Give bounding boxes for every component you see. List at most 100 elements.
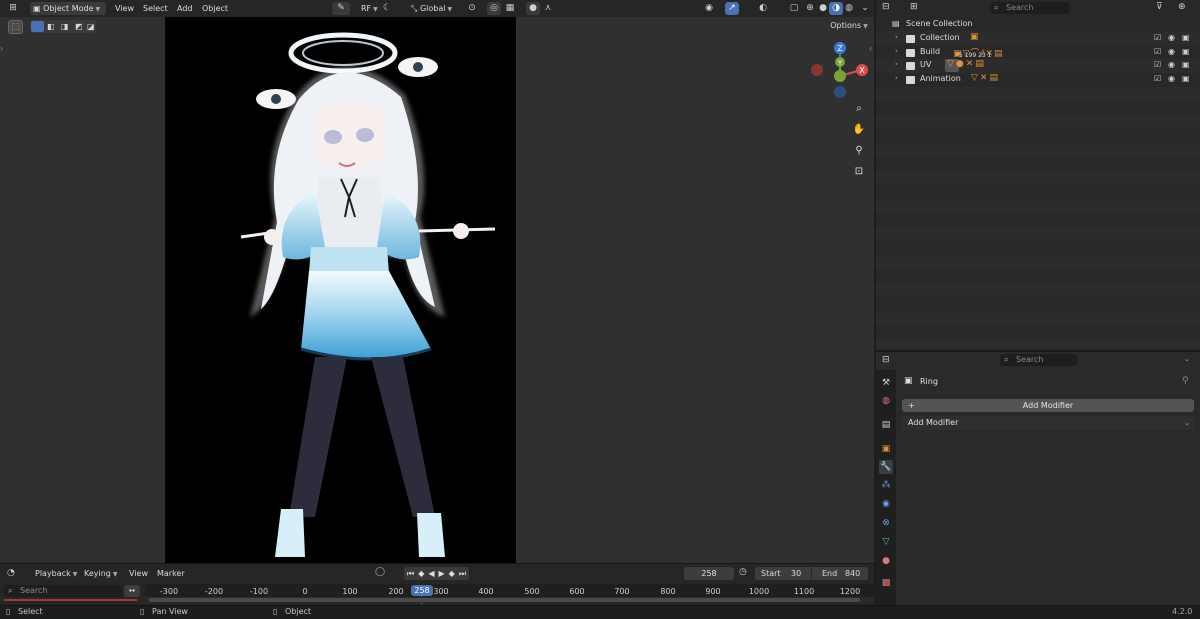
- select-intersect-icon[interactable]: ◪: [87, 22, 95, 31]
- exclude-checkbox-icon[interactable]: ☑: [1154, 33, 1161, 42]
- navigation-gizmo[interactable]: Z X Y: [806, 40, 870, 100]
- menu-playback[interactable]: Playback ▼: [35, 569, 77, 578]
- expand-arrow-icon[interactable]: ›: [895, 47, 898, 55]
- physics-tab-icon[interactable]: ◉: [879, 497, 893, 511]
- uv-child-object-icons[interactable]: ▽●✕▤: [947, 59, 986, 69]
- render-camera-icon[interactable]: ▣: [1182, 74, 1190, 83]
- camera-view-icon[interactable]: ⚲: [851, 143, 867, 159]
- proportional-editing-icon[interactable]: ●: [526, 2, 540, 15]
- exclude-checkbox-icon[interactable]: ☑: [1154, 74, 1161, 83]
- display-mode-icon[interactable]: ⊞: [910, 2, 918, 12]
- material-tab-icon[interactable]: ●: [879, 554, 893, 568]
- filter-icon[interactable]: ⊽: [1156, 2, 1163, 12]
- eye-visibility-icon[interactable]: ◉: [1168, 74, 1175, 83]
- shading-options-icon[interactable]: ⌄: [858, 2, 872, 15]
- wireframe-shading-icon[interactable]: ⊕: [803, 2, 817, 15]
- pivot-point-icon[interactable]: ⊙: [465, 2, 479, 15]
- select-new-icon[interactable]: [31, 21, 44, 32]
- outliner-row-collection[interactable]: › Collection ▣ ☑ ◉ ▣: [876, 32, 1200, 46]
- tool-tab-icon[interactable]: ⚒: [879, 376, 893, 390]
- end-frame-field[interactable]: End 840: [812, 567, 868, 580]
- outliner-row-build[interactable]: › Build ▣▽⌒⫽✕▤ 5 199 23 1 ☑ ◉ ▣: [876, 46, 1200, 60]
- timeline-search-input[interactable]: ⌕ Search: [4, 585, 122, 597]
- eyedropper-icon[interactable]: ✎: [332, 2, 350, 15]
- properties-editor-type-icon[interactable]: ⊟: [882, 355, 890, 365]
- expand-arrow-icon[interactable]: ›: [895, 60, 898, 68]
- outliner-row-animation[interactable]: › Animation ▽✕▤ ☑ ◉ ▣: [876, 73, 1200, 87]
- snap-grid-icon[interactable]: ▦: [503, 2, 517, 15]
- transform-orientation-dropdown[interactable]: ⤡ Global ▼: [408, 2, 455, 15]
- visibility-icon[interactable]: ◉: [702, 2, 716, 15]
- menu-object[interactable]: Object: [199, 2, 231, 15]
- swap-range-icon[interactable]: ↔: [124, 585, 140, 597]
- add-modifier-panel-header[interactable]: Add Modifier ⌄: [902, 416, 1194, 430]
- menu-select[interactable]: Select: [140, 2, 171, 15]
- view-layer-tab-icon[interactable]: ▤: [879, 418, 893, 432]
- texture-tab-icon[interactable]: ▩: [879, 576, 893, 590]
- pin-icon[interactable]: ⚲: [1182, 376, 1189, 386]
- xray-icon[interactable]: ▢: [787, 2, 801, 15]
- outliner-editor-type-icon[interactable]: ⊟: [882, 2, 890, 12]
- prev-keyframe-icon[interactable]: ◆: [418, 569, 424, 578]
- falloff-icon[interactable]: ⋏: [541, 2, 555, 15]
- select-subtract-icon[interactable]: ◨: [61, 22, 69, 31]
- select-extend-icon[interactable]: ◧: [47, 22, 55, 31]
- object-tab-icon[interactable]: ▣: [879, 442, 893, 456]
- outliner-row-uv[interactable]: › UV ▽●✕▤ ☑ ◉ ▣: [876, 59, 1200, 73]
- camera-object-icon[interactable]: ▣: [970, 32, 979, 42]
- material-shading-icon[interactable]: ◑: [829, 2, 843, 15]
- scene-collection-row[interactable]: ▤ Scene Collection: [876, 18, 1200, 32]
- auto-keying-icon[interactable]: ◯: [375, 567, 385, 577]
- exclude-checkbox-icon[interactable]: ☑: [1154, 47, 1161, 56]
- jump-start-icon[interactable]: ⏮: [407, 569, 414, 579]
- menu-marker[interactable]: Marker: [157, 569, 185, 578]
- constraints-tab-icon[interactable]: ⊗: [879, 516, 893, 530]
- pivot-dropdown[interactable]: RF ▼: [358, 2, 381, 15]
- chevron-down-icon[interactable]: ⌄: [1184, 355, 1190, 363]
- start-frame-field[interactable]: Start 30: [755, 567, 811, 580]
- playhead-frame-indicator[interactable]: 258: [411, 585, 433, 596]
- snap-icon[interactable]: ◎: [487, 2, 501, 15]
- select-invert-icon[interactable]: ◩: [75, 22, 83, 31]
- lock-camera-icon[interactable]: ⊡: [851, 164, 867, 180]
- editor-type-icon[interactable]: ⊞: [6, 2, 20, 15]
- play-icon[interactable]: ▶: [439, 569, 445, 578]
- eye-visibility-icon[interactable]: ◉: [1168, 47, 1175, 56]
- scrollbar-thumb[interactable]: [149, 598, 860, 602]
- expand-arrow-icon[interactable]: ›: [895, 74, 898, 82]
- add-modifier-button[interactable]: + Add Modifier: [902, 399, 1194, 412]
- modifier-wrench-tab-icon[interactable]: 🔧: [879, 460, 893, 474]
- moon-icon[interactable]: ☾: [380, 2, 394, 15]
- menu-add[interactable]: Add: [174, 2, 196, 15]
- properties-search-input[interactable]: ⌕ Search: [1000, 354, 1078, 366]
- particles-tab-icon[interactable]: ⁂: [879, 478, 893, 492]
- play-reverse-icon[interactable]: ◀: [428, 569, 434, 578]
- options-dropdown[interactable]: Options ▼: [826, 19, 872, 32]
- rendered-shading-icon[interactable]: ◍: [842, 2, 856, 15]
- menu-keying[interactable]: Keying ▼: [84, 569, 118, 578]
- solid-shading-icon[interactable]: ●: [816, 2, 830, 15]
- menu-timeline-view[interactable]: View: [129, 569, 148, 578]
- select-tool-icon[interactable]: ⬚: [8, 20, 23, 34]
- render-tab-icon[interactable]: ◍: [879, 394, 893, 408]
- data-tab-icon[interactable]: ▽: [879, 535, 893, 549]
- overlays-icon[interactable]: ◐: [756, 2, 770, 15]
- preview-range-icon[interactable]: ◷: [739, 567, 747, 577]
- eye-visibility-icon[interactable]: ◉: [1168, 60, 1175, 69]
- render-camera-icon[interactable]: ▣: [1182, 60, 1190, 69]
- toolbar-expand-arrow-icon[interactable]: ›: [0, 44, 3, 53]
- gizmo-toggle-icon[interactable]: ↗: [725, 2, 739, 15]
- expand-arrow-icon[interactable]: ›: [895, 33, 898, 41]
- eye-visibility-icon[interactable]: ◉: [1168, 33, 1175, 42]
- next-keyframe-icon[interactable]: ◆: [449, 569, 455, 578]
- render-camera-icon[interactable]: ▣: [1182, 33, 1190, 42]
- jump-end-icon[interactable]: ⏭: [459, 569, 466, 579]
- render-camera-icon[interactable]: ▣: [1182, 47, 1190, 56]
- animation-child-object-icons[interactable]: ▽✕▤: [971, 73, 1000, 83]
- mode-dropdown[interactable]: ▣ Object Mode ▼: [30, 2, 106, 15]
- menu-view[interactable]: View: [112, 2, 137, 15]
- new-collection-icon[interactable]: ⊕: [1178, 2, 1186, 12]
- timeline-scrollbar[interactable]: [145, 597, 874, 603]
- timeline-editor-type-icon[interactable]: ◔: [7, 568, 25, 580]
- zoom-icon[interactable]: ⌕: [851, 101, 867, 117]
